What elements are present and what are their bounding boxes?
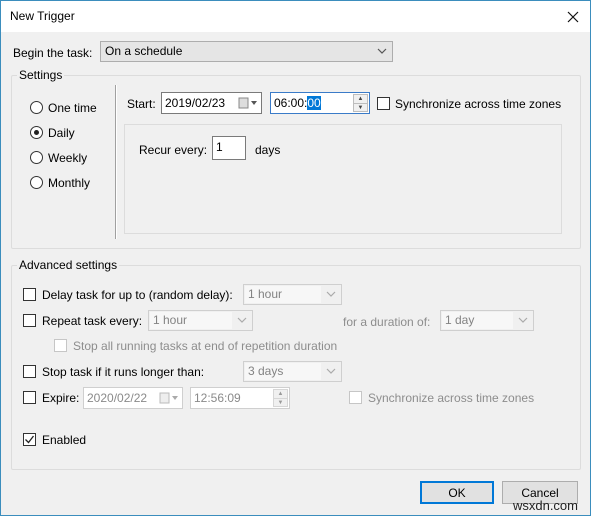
start-label: Start: [127,97,156,111]
recur-days-input[interactable]: 1 [212,136,246,160]
repeat-task-dropdown[interactable]: 1 hour [148,310,253,331]
repeat-task-checkbox[interactable] [23,314,36,327]
expire-sync-label: Synchronize across time zones [368,391,535,405]
expire-time-value: 12:56:09 [194,391,241,405]
chevron-down-icon [237,317,247,323]
duration-value: 1 day [445,313,475,327]
duration-label: for a duration of: [343,315,431,329]
delay-task-checkbox[interactable] [23,288,36,301]
radio-one-time[interactable] [30,101,43,114]
radio-weekly-label[interactable]: Weekly [48,151,87,165]
expire-sync-checkbox[interactable] [349,391,362,404]
stop-task-longer-dropdown[interactable]: 3 days [243,361,342,382]
expire-date-value: 2020/02/22 [87,391,148,405]
ok-button-label: OK [448,485,466,500]
chevron-down-icon [377,48,387,54]
start-time-field[interactable]: 06:00:00 ▲ ▼ [270,92,370,114]
calendar-dropdown-icon [238,97,257,109]
start-date-picker[interactable]: 2019/02/23 [161,92,262,114]
chevron-down-icon [518,317,528,323]
start-time-value: 06:00:00 [274,96,321,110]
expire-time-spinner[interactable]: ▲ ▼ [273,389,288,407]
stop-task-longer-value: 3 days [248,364,284,378]
duration-dropdown[interactable]: 1 day [440,310,534,331]
new-trigger-dialog: New Trigger Begin the task: On a schedul… [0,0,591,516]
sync-time-zones-label[interactable]: Synchronize across time zones [395,97,561,111]
close-icon [567,11,579,22]
expire-checkbox[interactable] [23,391,36,404]
spin-down-icon[interactable]: ▼ [354,103,367,111]
advanced-settings-label: Advanced settings [17,258,120,272]
delay-task-dropdown[interactable]: 1 hour [243,284,342,305]
radio-weekly[interactable] [30,151,43,164]
enabled-checkbox[interactable] [23,433,36,446]
chevron-down-icon [326,368,336,374]
radio-daily-label[interactable]: Daily [48,126,75,140]
begin-task-label: Begin the task: [13,46,93,60]
expire-label[interactable]: Expire: [42,391,79,405]
delay-task-label[interactable]: Delay task for up to (random delay): [42,288,233,302]
close-button[interactable] [556,1,590,32]
repeat-task-value: 1 hour [153,313,188,327]
recur-unit-label: days [255,143,281,157]
radio-monthly[interactable] [30,176,43,189]
radio-one-time-label[interactable]: One time [48,101,97,115]
stop-all-tasks-checkbox[interactable] [54,339,67,352]
spin-up-icon[interactable]: ▲ [274,390,287,398]
start-time-spinner[interactable]: ▲ ▼ [353,94,368,112]
begin-task-value: On a schedule [105,44,183,58]
spin-down-icon[interactable]: ▼ [274,398,287,406]
window-title: New Trigger [10,9,75,23]
start-date-value: 2019/02/23 [165,96,226,110]
enabled-label[interactable]: Enabled [42,433,86,447]
expire-date-picker[interactable]: 2020/02/22 [83,387,183,409]
ok-button[interactable]: OK [420,481,494,504]
title-bar: New Trigger [1,1,590,32]
spin-up-icon[interactable]: ▲ [354,95,367,103]
stop-task-longer-label[interactable]: Stop task if it runs longer than: [42,365,204,379]
stop-task-longer-checkbox[interactable] [23,365,36,378]
stop-all-tasks-label: Stop all running tasks at end of repetit… [73,339,338,353]
repeat-task-label[interactable]: Repeat task every: [42,314,142,328]
calendar-dropdown-icon [159,392,178,404]
checkmark-icon [25,435,35,444]
sync-time-zones-checkbox[interactable] [377,97,390,110]
settings-divider [115,85,117,239]
recur-label: Recur every: [139,143,208,157]
radio-monthly-label[interactable]: Monthly [48,176,90,190]
chevron-down-icon [326,291,336,297]
recur-days-value: 1 [216,140,223,154]
settings-group-label: Settings [17,68,65,82]
watermark: wsxdn.com [512,498,578,513]
delay-task-value: 1 hour [248,287,283,301]
begin-task-dropdown[interactable]: On a schedule [100,41,393,62]
radio-daily[interactable] [30,126,43,139]
recur-panel [124,124,562,234]
expire-time-field[interactable]: 12:56:09 ▲ ▼ [190,387,290,409]
